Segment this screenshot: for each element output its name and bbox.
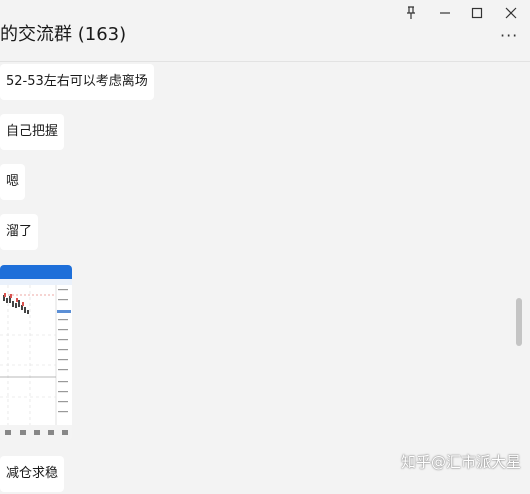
pin-icon[interactable] (403, 5, 419, 21)
message-bubble[interactable]: 减仓求稳 (0, 456, 65, 492)
close-icon[interactable] (503, 5, 519, 21)
chart-screenshot-thumbnail (0, 265, 72, 440)
minimize-icon[interactable] (437, 5, 453, 21)
message-bubble[interactable]: 嗯 (0, 164, 26, 200)
scrollbar-thumb[interactable] (516, 298, 522, 346)
message-bubble[interactable]: 52-53左右可以考虑离场 (0, 64, 154, 100)
message-bubble[interactable]: 自己把握 (0, 114, 65, 150)
group-title: 的交流群 (163) (0, 24, 127, 45)
message-bubble[interactable]: 溜了 (0, 214, 39, 250)
more-options-button[interactable]: ··· (500, 28, 518, 44)
image-message[interactable] (0, 265, 72, 440)
watermark-text: 知乎@汇市派大星 (401, 453, 522, 471)
maximize-icon[interactable] (469, 5, 485, 21)
chat-header: 的交流群 (163) ··· (0, 0, 530, 62)
